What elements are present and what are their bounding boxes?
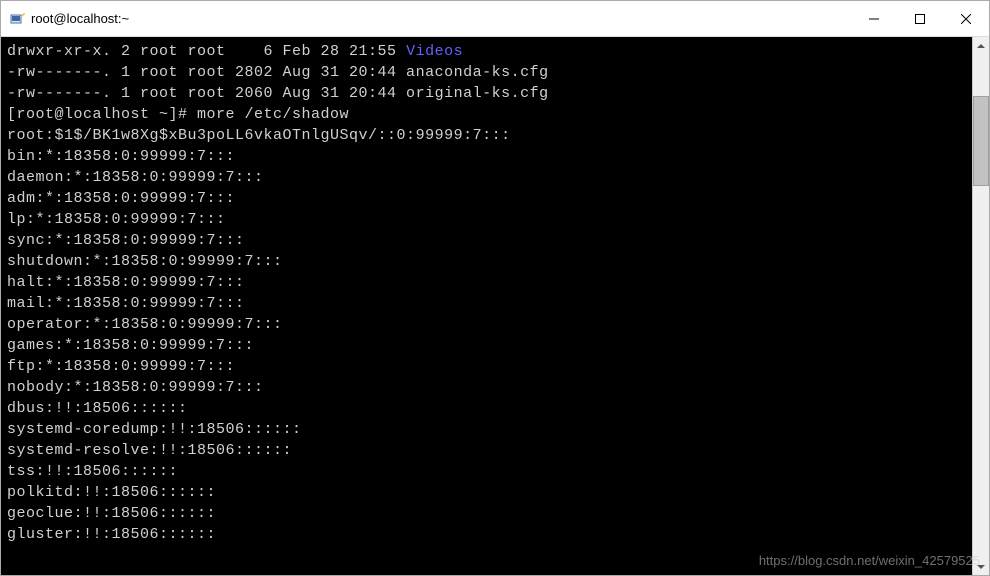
terminal-line: operator:*:18358:0:99999:7::: bbox=[7, 314, 966, 335]
terminal-line: gluster:!!:18506:::::: bbox=[7, 524, 966, 545]
terminal-line: -rw-------. 1 root root 2060 Aug 31 20:4… bbox=[7, 83, 966, 104]
scroll-down-arrow[interactable] bbox=[973, 558, 989, 575]
chevron-up-icon bbox=[977, 44, 985, 48]
terminal-line: ftp:*:18358:0:99999:7::: bbox=[7, 356, 966, 377]
terminal-line: adm:*:18358:0:99999:7::: bbox=[7, 188, 966, 209]
terminal-line: tss:!!:18506:::::: bbox=[7, 461, 966, 482]
close-button[interactable] bbox=[943, 1, 989, 36]
chevron-down-icon bbox=[977, 565, 985, 569]
window-controls bbox=[851, 1, 989, 36]
terminal-line: polkitd:!!:18506:::::: bbox=[7, 482, 966, 503]
terminal-line: shutdown:*:18358:0:99999:7::: bbox=[7, 251, 966, 272]
terminal-line: halt:*:18358:0:99999:7::: bbox=[7, 272, 966, 293]
putty-window: root@localhost:~ drwxr-xr-x. 2 roo bbox=[0, 0, 990, 576]
terminal-line: [root@localhost ~]# more /etc/shadow bbox=[7, 104, 966, 125]
terminal-line: systemd-resolve:!!:18506:::::: bbox=[7, 440, 966, 461]
window-title: root@localhost:~ bbox=[31, 11, 129, 26]
maximize-button[interactable] bbox=[897, 1, 943, 36]
terminal-line: mail:*:18358:0:99999:7::: bbox=[7, 293, 966, 314]
close-icon bbox=[961, 14, 971, 24]
terminal-line: systemd-coredump:!!:18506:::::: bbox=[7, 419, 966, 440]
terminal-line: sync:*:18358:0:99999:7::: bbox=[7, 230, 966, 251]
scroll-thumb[interactable] bbox=[973, 96, 989, 186]
maximize-icon bbox=[915, 14, 925, 24]
minimize-button[interactable] bbox=[851, 1, 897, 36]
terminal-line: bin:*:18358:0:99999:7::: bbox=[7, 146, 966, 167]
putty-icon bbox=[9, 11, 25, 27]
terminal-line: dbus:!!:18506:::::: bbox=[7, 398, 966, 419]
terminal-line: drwxr-xr-x. 2 root root 6 Feb 28 21:55 V… bbox=[7, 41, 966, 62]
titlebar[interactable]: root@localhost:~ bbox=[1, 1, 989, 37]
terminal-line: games:*:18358:0:99999:7::: bbox=[7, 335, 966, 356]
terminal-line: root:$1$/BK1w8Xg$xBu3poLL6vkaOTnlgUSqv/:… bbox=[7, 125, 966, 146]
minimize-icon bbox=[869, 14, 879, 24]
titlebar-left: root@localhost:~ bbox=[1, 11, 851, 27]
terminal-output[interactable]: drwxr-xr-x. 2 root root 6 Feb 28 21:55 V… bbox=[1, 37, 972, 575]
scroll-track[interactable] bbox=[973, 54, 989, 558]
terminal-area: drwxr-xr-x. 2 root root 6 Feb 28 21:55 V… bbox=[1, 37, 989, 575]
terminal-line: nobody:*:18358:0:99999:7::: bbox=[7, 377, 966, 398]
scroll-up-arrow[interactable] bbox=[973, 37, 989, 54]
terminal-line: daemon:*:18358:0:99999:7::: bbox=[7, 167, 966, 188]
terminal-line: lp:*:18358:0:99999:7::: bbox=[7, 209, 966, 230]
terminal-line: -rw-------. 1 root root 2802 Aug 31 20:4… bbox=[7, 62, 966, 83]
scrollbar[interactable] bbox=[972, 37, 989, 575]
terminal-line: geoclue:!!:18506:::::: bbox=[7, 503, 966, 524]
